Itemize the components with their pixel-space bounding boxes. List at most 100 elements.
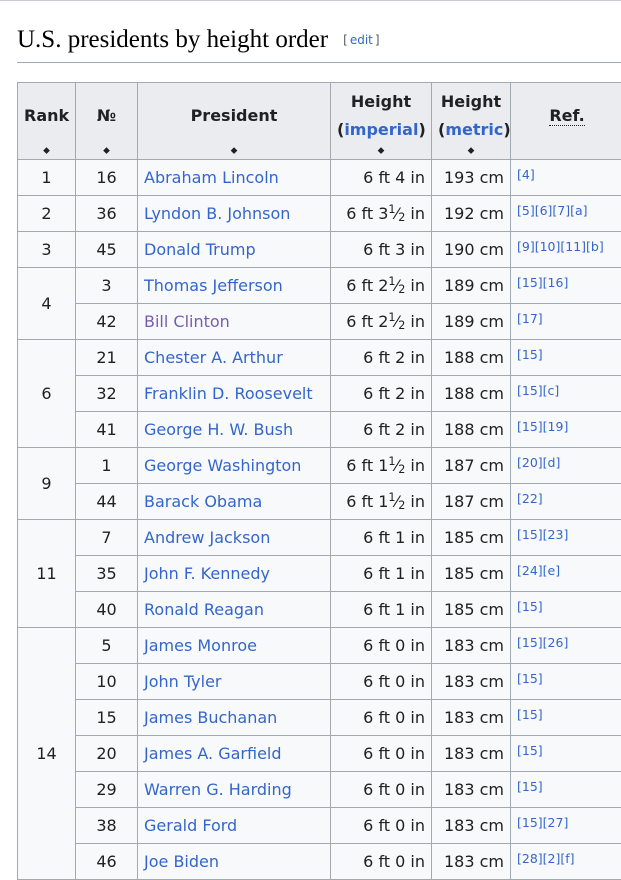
reference-links[interactable]: [9][10][11][b] — [517, 239, 604, 254]
header-rank[interactable]: Rank ⬥ — [18, 83, 76, 160]
president-link[interactable]: James Buchanan — [144, 708, 277, 727]
reference-links[interactable]: [15][23] — [517, 527, 568, 542]
height-imperial-cell: 6 ft 0 in — [331, 628, 432, 664]
president-cell: Ronald Reagan — [138, 592, 331, 628]
height-metric-cell: 188 cm — [432, 376, 511, 412]
height-imperial-cell: 6 ft 0 in — [331, 736, 432, 772]
imperial-link[interactable]: imperial — [344, 120, 418, 139]
president-link[interactable]: Andrew Jackson — [144, 528, 270, 547]
reference-links[interactable]: [15] — [517, 599, 543, 614]
reference-links[interactable]: [15] — [517, 779, 543, 794]
reference-links[interactable]: [20][d] — [517, 455, 560, 470]
rank-value: 3 — [41, 240, 51, 259]
president-link[interactable]: James A. Garfield — [144, 744, 282, 763]
reference-links[interactable]: [15] — [517, 707, 543, 722]
header-height-imperial[interactable]: Height (imperial) ⬥ — [331, 83, 432, 160]
reference-links[interactable]: [15][27] — [517, 815, 568, 830]
president-number: 44 — [96, 492, 116, 511]
president-cell: Bill Clinton — [138, 304, 331, 340]
header-president[interactable]: President ⬥ — [138, 83, 331, 160]
president-link[interactable]: Warren G. Harding — [144, 780, 292, 799]
reference-links[interactable]: [22] — [517, 491, 543, 506]
header-number[interactable]: № ⬥ — [76, 83, 138, 160]
president-link[interactable]: Gerald Ford — [144, 816, 237, 835]
ref-cell: [15][16] — [511, 268, 621, 304]
height-imperial-cell: 6 ft 1 in — [331, 520, 432, 556]
height-imperial-cell: 6 ft 0 in — [331, 844, 432, 880]
president-number: 16 — [96, 168, 116, 187]
reference-links[interactable]: [15][16] — [517, 275, 568, 290]
height-imperial-value: 6 ft 0 in — [363, 852, 425, 871]
ref-cell: [24][e] — [511, 556, 621, 592]
president-link[interactable]: George Washington — [144, 456, 301, 475]
edit-section-link[interactable]: edit — [350, 33, 373, 47]
president-link[interactable]: Ronald Reagan — [144, 600, 264, 619]
number-cell: 35 — [76, 556, 138, 592]
reference-links[interactable]: [15][c] — [517, 383, 559, 398]
president-link[interactable]: Donald Trump — [144, 240, 256, 259]
height-metric-cell: 183 cm — [432, 772, 511, 808]
number-cell: 21 — [76, 340, 138, 376]
ref-cell: [28][2][f] — [511, 844, 621, 880]
president-cell: George H. W. Bush — [138, 412, 331, 448]
height-imperial-value: 6 ft 1 in — [363, 528, 425, 547]
header-ref[interactable]: Ref. — [511, 83, 621, 160]
rank-value: 1 — [41, 168, 51, 187]
height-imperial-cell: 6 ft 0 in — [331, 772, 432, 808]
president-link[interactable]: Barack Obama — [144, 492, 262, 511]
ref-cell: [4] — [511, 160, 621, 196]
table-row: 20James A. Garfield6 ft 0 in183 cm[15] — [18, 736, 621, 772]
president-link[interactable]: George H. W. Bush — [144, 420, 293, 439]
president-link[interactable]: John F. Kennedy — [144, 564, 270, 583]
fraction-numerator: 1 — [388, 491, 395, 504]
president-link[interactable]: John Tyler — [144, 672, 222, 691]
president-link[interactable]: Chester A. Arthur — [144, 348, 283, 367]
height-metric-value: 187 cm — [444, 456, 504, 475]
president-link[interactable]: Abraham Lincoln — [144, 168, 279, 187]
president-link[interactable]: Franklin D. Roosevelt — [144, 384, 313, 403]
reference-links[interactable]: [15] — [517, 671, 543, 686]
half-fraction: 1⁄2 — [388, 456, 405, 475]
president-cell: James A. Garfield — [138, 736, 331, 772]
fraction-denominator: 2 — [398, 463, 405, 476]
presidents-height-table: Rank ⬥ № ⬥ President ⬥ Height (imperial)… — [17, 82, 621, 880]
reference-links[interactable]: [17] — [517, 311, 543, 326]
president-number: 7 — [101, 528, 111, 547]
ref-cell: [15] — [511, 340, 621, 376]
height-metric-cell: 183 cm — [432, 664, 511, 700]
height-imperial-value: 6 ft 1 in — [363, 600, 425, 619]
header-height-metric[interactable]: Height (metric) ⬥ — [432, 83, 511, 160]
reference-links[interactable]: [28][2][f] — [517, 851, 575, 866]
table-row: 621Chester A. Arthur6 ft 2 in188 cm[15] — [18, 340, 621, 376]
reference-links[interactable]: [5][6][7][a] — [517, 203, 588, 218]
reference-links[interactable]: [15] — [517, 347, 543, 362]
table-row: 41George H. W. Bush6 ft 2 in188 cm[15][1… — [18, 412, 621, 448]
table-row: 236Lyndon B. Johnson6 ft 31⁄2 in192 cm[5… — [18, 196, 621, 232]
height-imperial-cell: 6 ft 2 in — [331, 340, 432, 376]
president-link[interactable]: Joe Biden — [144, 852, 219, 871]
president-link[interactable]: Bill Clinton — [144, 312, 230, 331]
metric-link[interactable]: metric — [445, 120, 503, 139]
number-cell: 5 — [76, 628, 138, 664]
half-fraction: 1⁄2 — [388, 312, 405, 331]
fraction-numerator: 1 — [388, 311, 395, 324]
height-imperial-cell: 6 ft 21⁄2 in — [331, 268, 432, 304]
height-imperial-cell: 6 ft 11⁄2 in — [331, 448, 432, 484]
ref-cell: [17] — [511, 304, 621, 340]
reference-links[interactable]: [24][e] — [517, 563, 560, 578]
ref-cell: [15][23] — [511, 520, 621, 556]
president-link[interactable]: Lyndon B. Johnson — [144, 204, 290, 223]
reference-links[interactable]: [15][26] — [517, 635, 568, 650]
president-link[interactable]: James Monroe — [144, 636, 257, 655]
height-imperial-cell: 6 ft 31⁄2 in — [331, 196, 432, 232]
paren-close: ) — [418, 120, 425, 139]
reference-links[interactable]: [4] — [517, 167, 535, 182]
reference-links[interactable]: [15] — [517, 743, 543, 758]
fraction-denominator: 2 — [398, 499, 405, 512]
reference-links[interactable]: [15][19] — [517, 419, 568, 434]
ref-cell: [15] — [511, 700, 621, 736]
height-imperial-value: 6 ft 0 in — [363, 672, 425, 691]
height-metric-value: 185 cm — [444, 564, 504, 583]
president-link[interactable]: Thomas Jefferson — [144, 276, 283, 295]
half-fraction: 1⁄2 — [388, 276, 405, 295]
